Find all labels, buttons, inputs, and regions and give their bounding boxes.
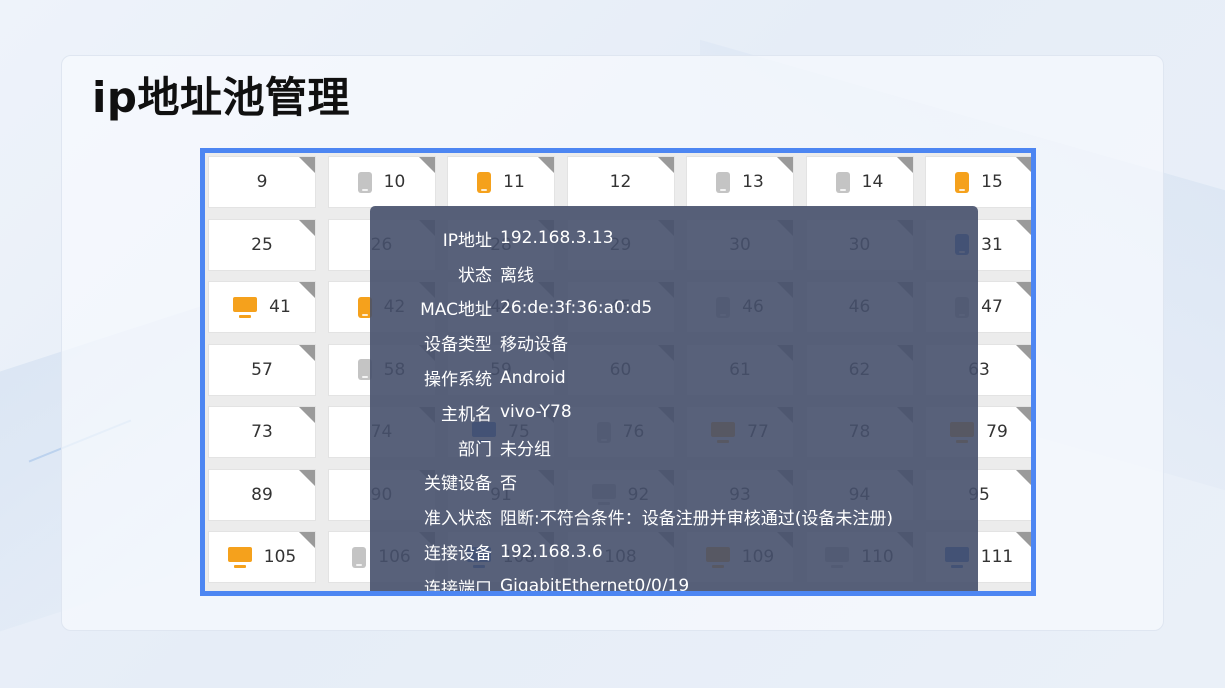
screenshot-frame: 9101112131415252628293030314142444546464…: [200, 148, 1036, 596]
ip-cell-number: 105: [263, 547, 297, 567]
tooltip-row: 主机名 vivo-Y78: [370, 395, 978, 430]
ip-cell[interactable]: 25: [208, 218, 316, 271]
ip-cell-number: 57: [251, 359, 273, 380]
tooltip-value: 26:de:3f:36:a0:d5: [500, 297, 653, 318]
tooltip-label: 操作系统: [424, 370, 492, 391]
tooltip-label: 关键设备: [424, 474, 492, 495]
ip-cell[interactable]: 13: [686, 156, 794, 208]
ip-cell[interactable]: 9: [208, 156, 316, 208]
tooltip-value: 阻断:不符合条件：设备注册并审核通过(设备未注册): [500, 509, 893, 530]
ip-cell-number: 13: [742, 172, 764, 192]
tooltip-row: 部门 未分组: [370, 430, 978, 465]
ip-cell-number: 111: [980, 547, 1014, 567]
ip-cell[interactable]: 11: [447, 156, 555, 208]
tooltip-row: 操作系统 Android: [370, 360, 978, 395]
tooltip-value: 移动设备: [500, 335, 568, 356]
tooltip-label: MAC地址: [420, 300, 492, 321]
ip-cell-number: 25: [251, 234, 273, 255]
ip-cell[interactable]: 10: [327, 156, 436, 208]
ip-cell-number: 89: [251, 484, 273, 505]
mobile-phone-icon: [835, 171, 850, 193]
tooltip-row: 准入状态 阻断:不符合条件：设备注册并审核通过(设备未注册): [370, 499, 978, 534]
device-info-tooltip: IP地址 192.168.3.13 状态 离线 MAC地址 26:de:3f:36:a0:…: [370, 206, 978, 596]
ip-cell[interactable]: 105: [208, 531, 316, 583]
tooltip-value: GigabitEthernet0/0/19: [500, 576, 690, 596]
ip-cell-number: 14: [861, 172, 884, 192]
page-title: ip地址池管理: [92, 73, 350, 122]
tooltip-row: MAC地址 26:de:3f:36:a0:d5: [370, 291, 978, 326]
tooltip-row: 设备类型 移动设备: [370, 325, 978, 360]
ip-cell[interactable]: 57: [208, 343, 316, 396]
tooltip-row: IP地址 192.168.3.13: [370, 221, 978, 256]
ip-cell-number: 9: [256, 172, 268, 192]
mobile-phone-icon: [716, 171, 731, 193]
tooltip-label: 部门: [458, 439, 492, 460]
ip-cell-number: 10: [383, 172, 406, 192]
ip-cell[interactable]: 41: [208, 281, 316, 333]
ip-cell-number: 73: [251, 422, 273, 442]
monitor-icon: [233, 296, 258, 318]
tooltip-value: 否: [500, 474, 517, 495]
mobile-phone-icon: [477, 171, 492, 193]
ip-cell[interactable]: 14: [805, 156, 914, 208]
tooltip-label: 主机名: [441, 404, 492, 425]
tooltip-row: 关键设备否: [370, 465, 978, 500]
tooltip-value: 192.168.3.13: [500, 228, 614, 249]
tooltip-label: 连接设备: [424, 544, 492, 565]
ip-cell-number: 47: [981, 297, 1003, 317]
mobile-phone-icon: [352, 546, 367, 568]
ip-cell-number: 15: [981, 172, 1003, 192]
mobile-phone-icon: [357, 171, 372, 193]
tooltip-label: 状态: [458, 265, 492, 286]
tooltip-row: 连接设备 192.168.3.6: [370, 534, 978, 569]
tooltip-value: 未分组: [500, 439, 551, 460]
tooltip-row: 状态 离线: [370, 256, 978, 291]
ip-cell-number: 12: [609, 172, 632, 192]
ip-cell-number: 31: [981, 234, 1003, 255]
tooltip-value: Android: [500, 367, 566, 388]
tooltip-label: 准入状态: [424, 509, 492, 530]
ip-cell-number: 79: [986, 422, 1008, 442]
tooltip-label: 设备类型: [424, 335, 492, 356]
ip-cell-number: 11: [503, 172, 525, 192]
mobile-phone-icon: [955, 171, 970, 193]
ip-cell[interactable]: 15: [925, 156, 1031, 208]
tooltip-value: vivo-Y78: [500, 402, 572, 423]
tooltip-row: 连接端口 GigabitEthernet0/0/19: [370, 569, 978, 596]
ip-cell-number: 41: [269, 297, 291, 317]
tooltip-label: 连接端口: [424, 578, 492, 596]
monitor-icon: [227, 546, 252, 568]
ip-cell[interactable]: 73: [208, 406, 316, 458]
ip-cell[interactable]: 89: [208, 468, 316, 521]
tooltip-value: 离线: [500, 265, 534, 286]
tooltip-value: 192.168.3.6: [500, 541, 603, 562]
ip-cell[interactable]: 12: [566, 156, 675, 208]
tooltip-label: IP地址: [442, 230, 492, 251]
